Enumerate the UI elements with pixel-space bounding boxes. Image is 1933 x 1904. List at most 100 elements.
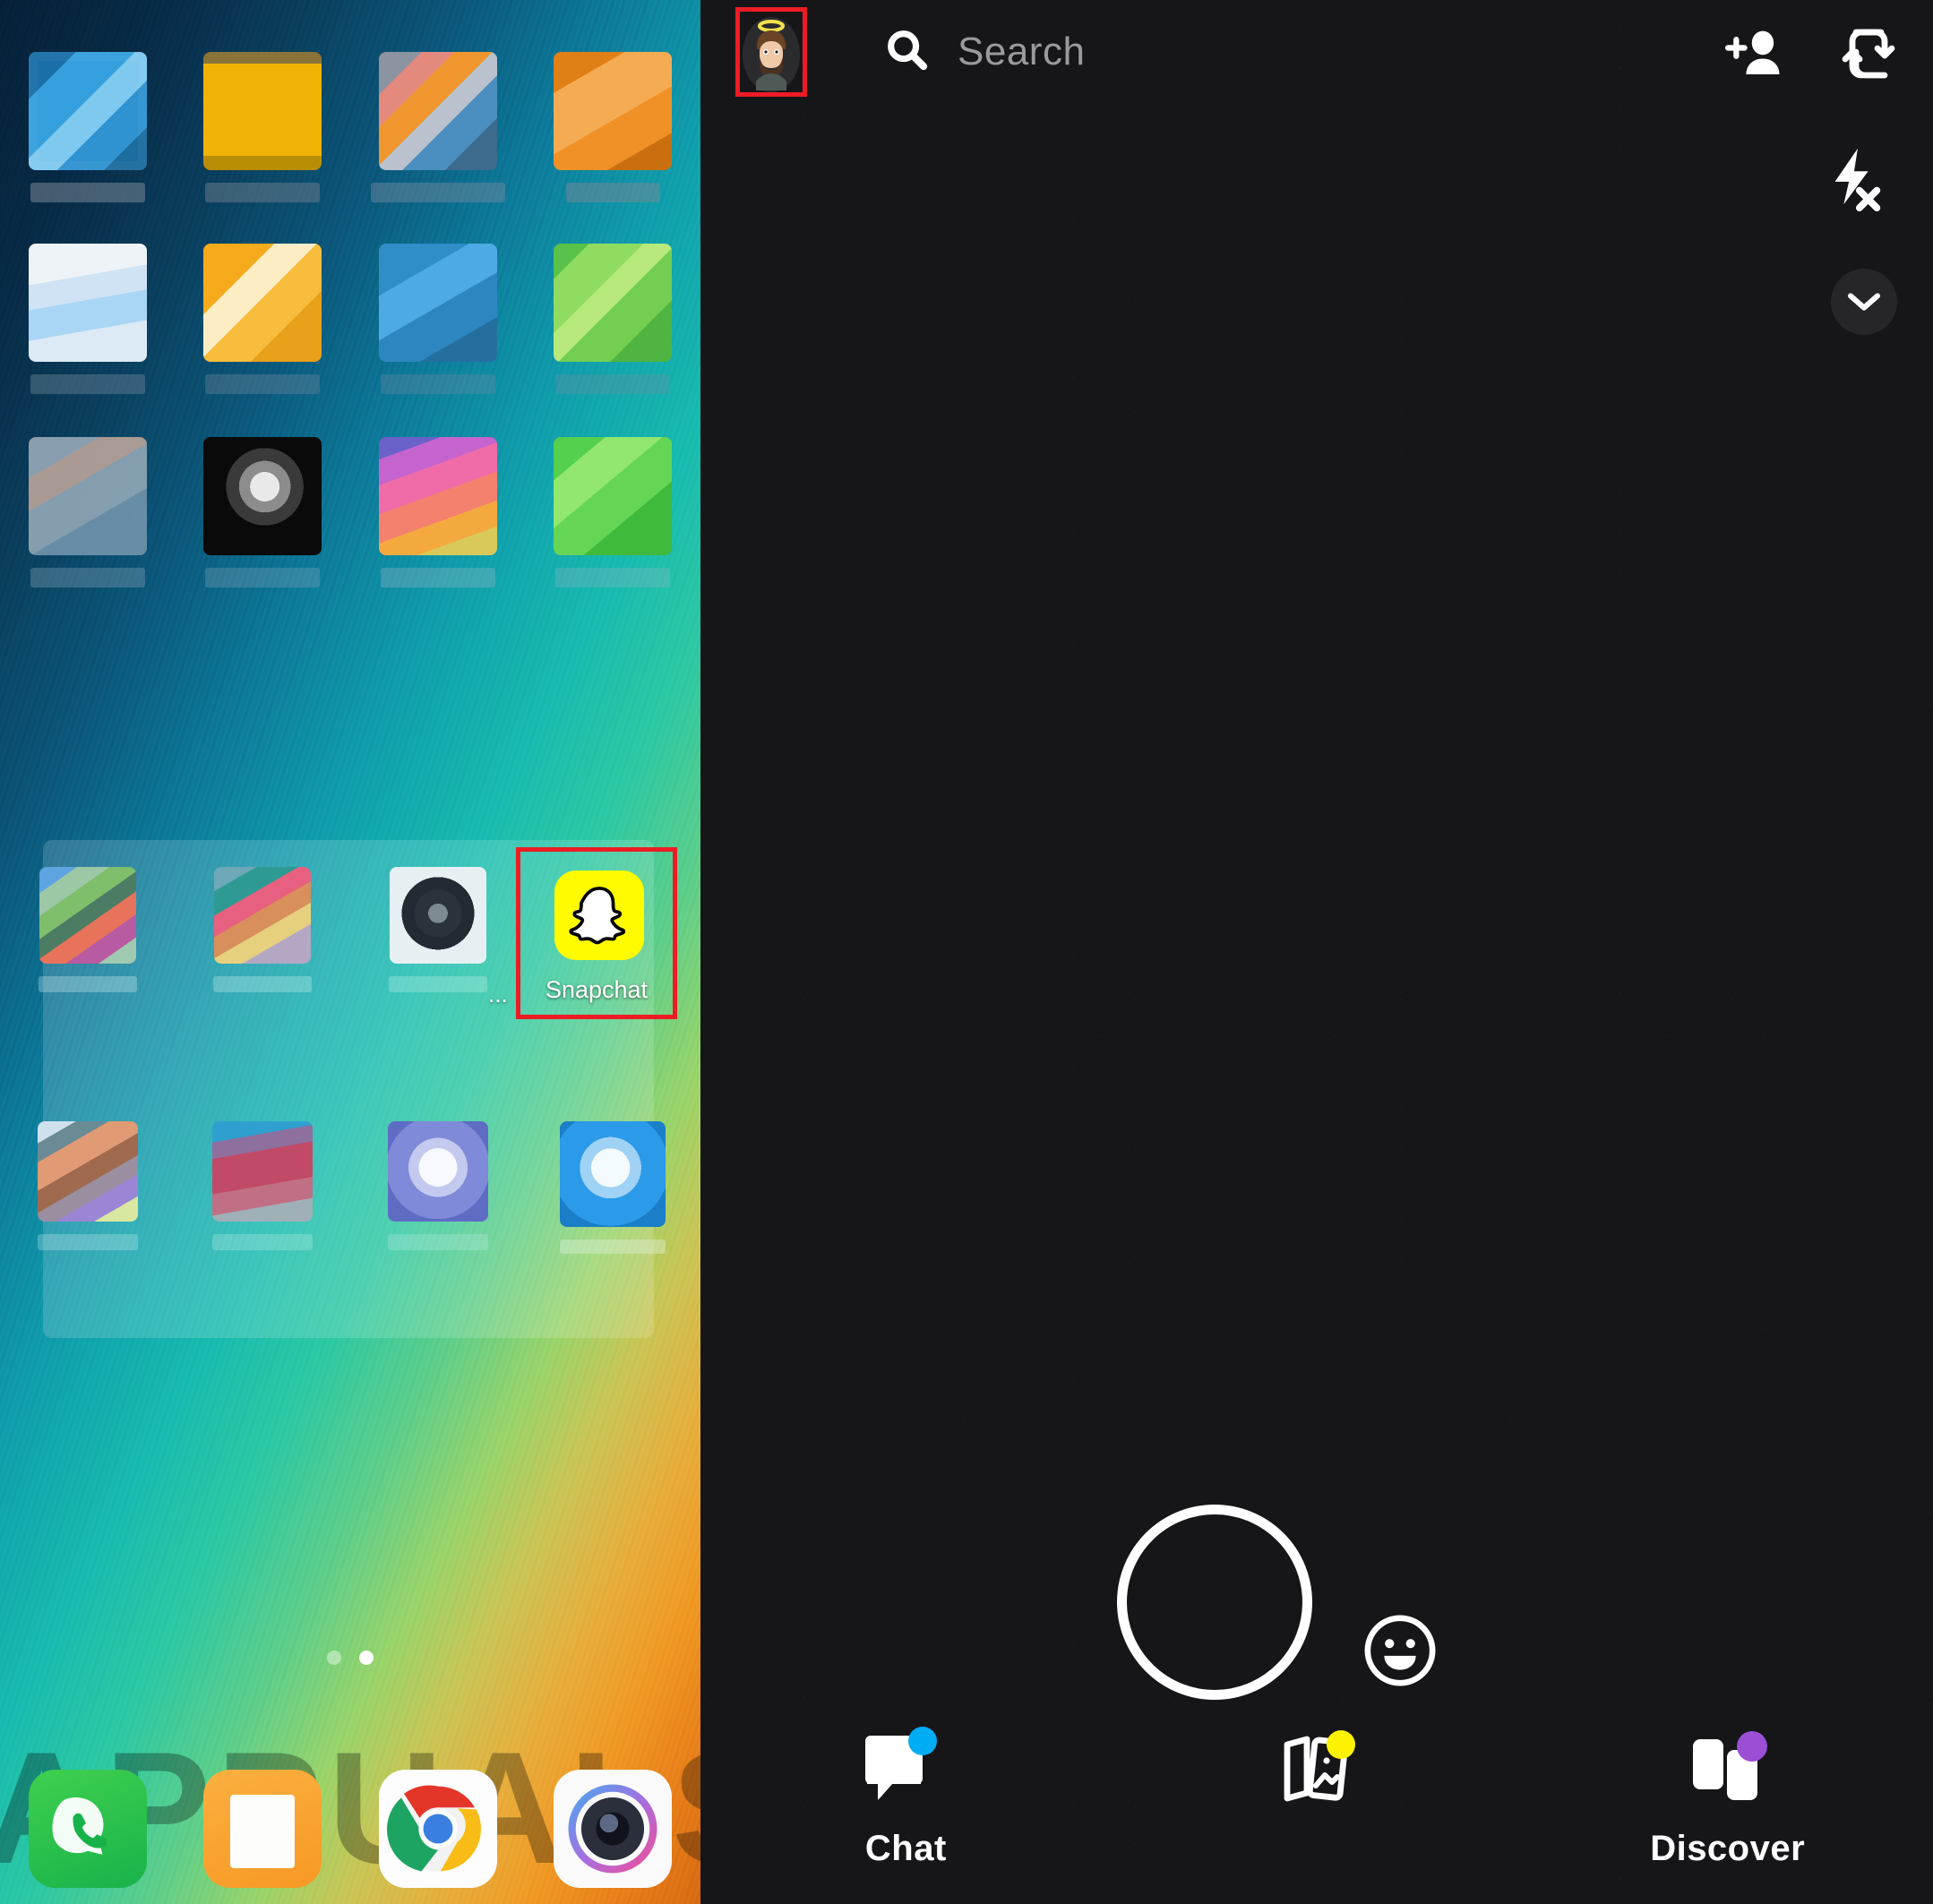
app-label-blur bbox=[388, 976, 487, 992]
snapchat-camera-screen: Search Chat Discover bbox=[700, 0, 1933, 1904]
flip-camera-icon[interactable] bbox=[1838, 21, 1899, 90]
app-label-blur bbox=[38, 976, 137, 992]
page-dot-active[interactable] bbox=[359, 1651, 374, 1665]
overflow-ellipsis: ... bbox=[488, 981, 508, 1008]
app-cell[interactable] bbox=[350, 437, 526, 587]
camera-icon[interactable] bbox=[554, 1770, 673, 1888]
screenshot-root: APPUALS bbox=[0, 0, 1933, 1904]
camera-viewfinder bbox=[700, 0, 1933, 1904]
android-home-screen: APPUALS bbox=[0, 0, 700, 1904]
nav-item-chat[interactable]: Chat bbox=[700, 1707, 1112, 1904]
whatsapp-icon[interactable] bbox=[28, 1770, 147, 1888]
blurred-app-icon[interactable] bbox=[28, 437, 147, 555]
dock-item-whatsapp[interactable] bbox=[0, 1770, 176, 1888]
app-row bbox=[0, 1121, 700, 1254]
app-label-blur bbox=[205, 568, 321, 587]
blurred-app-icon[interactable] bbox=[387, 1121, 488, 1222]
app-label-blur bbox=[380, 374, 495, 394]
app-cell[interactable] bbox=[0, 437, 176, 587]
blurred-app-icon[interactable] bbox=[214, 867, 312, 964]
app-label-blur bbox=[205, 183, 321, 202]
app-cell[interactable] bbox=[176, 867, 351, 992]
app-cell[interactable] bbox=[526, 437, 701, 587]
app-cell[interactable] bbox=[350, 867, 526, 992]
blurred-app-icon[interactable] bbox=[203, 244, 322, 362]
blurred-app-icon[interactable] bbox=[378, 244, 497, 362]
blurred-app-icon[interactable] bbox=[554, 244, 673, 362]
app-row bbox=[0, 437, 700, 587]
blurred-app-icon[interactable] bbox=[212, 1121, 314, 1222]
app-cell[interactable] bbox=[176, 437, 351, 587]
blurred-app-icon[interactable] bbox=[389, 867, 486, 964]
dock bbox=[0, 1770, 700, 1888]
app-label-blur bbox=[213, 976, 313, 992]
flash-off-icon[interactable] bbox=[1822, 143, 1886, 218]
snapchat-icon[interactable] bbox=[554, 871, 644, 960]
search-placeholder: Search bbox=[958, 29, 1086, 73]
nav-label-discover: Discover bbox=[1650, 1829, 1806, 1868]
blurred-app-icon[interactable] bbox=[378, 437, 497, 555]
memories-cards-icon bbox=[1267, 1727, 1366, 1816]
app-label-blur bbox=[30, 568, 145, 587]
dock-item-chrome[interactable] bbox=[350, 1770, 526, 1888]
smiley-lens-icon[interactable] bbox=[1362, 1612, 1439, 1689]
app-label-blur bbox=[565, 183, 660, 202]
nav-label-chat: Chat bbox=[864, 1829, 947, 1868]
app-label-blur bbox=[555, 568, 671, 587]
add-friend-icon[interactable] bbox=[1718, 21, 1784, 89]
app-label-blur bbox=[380, 568, 495, 587]
app-label-blur bbox=[30, 183, 145, 202]
app-cell[interactable] bbox=[176, 1121, 351, 1254]
blurred-app-icon[interactable] bbox=[554, 437, 673, 555]
app-label-blur bbox=[387, 1234, 488, 1250]
snapchat-bottom-nav: Chat Discover bbox=[700, 1707, 1933, 1904]
blurred-app-icon[interactable] bbox=[378, 52, 497, 170]
snapchat-label: Snapchat bbox=[545, 976, 649, 1003]
blurred-app-icon[interactable] bbox=[203, 52, 322, 170]
app-cell[interactable] bbox=[176, 52, 351, 202]
search-bar[interactable]: Search bbox=[882, 25, 1085, 78]
app-cell[interactable] bbox=[526, 52, 701, 202]
app-label-blur bbox=[212, 1234, 314, 1250]
nav-item-discover[interactable]: Discover bbox=[1522, 1707, 1933, 1904]
discover-cards-icon bbox=[1679, 1727, 1777, 1816]
app-label-blur bbox=[37, 1234, 138, 1250]
blurred-app-icon[interactable] bbox=[560, 1121, 666, 1227]
app-cell[interactable] bbox=[0, 1121, 176, 1254]
snapchat-top-bar: Search bbox=[700, 0, 1933, 335]
blurred-app-icon[interactable] bbox=[28, 244, 147, 362]
app-cell[interactable] bbox=[0, 52, 176, 202]
app-row bbox=[0, 244, 700, 394]
avatar-highlight-box bbox=[735, 7, 807, 97]
app-label-blur bbox=[555, 374, 671, 394]
app-cell[interactable] bbox=[526, 1121, 701, 1254]
app-label-blur bbox=[370, 183, 505, 202]
chevron-down-icon[interactable] bbox=[1831, 269, 1897, 335]
blurred-app-icon[interactable] bbox=[39, 867, 136, 964]
page-indicator bbox=[0, 1651, 700, 1665]
app-cell[interactable] bbox=[350, 52, 526, 202]
app-cell[interactable] bbox=[0, 867, 176, 992]
blurred-app-icon[interactable] bbox=[37, 1121, 138, 1222]
app-cell[interactable] bbox=[0, 244, 176, 394]
dock-item-camera[interactable] bbox=[526, 1770, 701, 1888]
page-dot[interactable] bbox=[327, 1651, 341, 1665]
app-cell[interactable] bbox=[176, 244, 351, 394]
app-label-blur bbox=[205, 374, 321, 394]
notes-icon[interactable] bbox=[203, 1770, 322, 1888]
app-row bbox=[0, 52, 700, 202]
blurred-app-icon[interactable] bbox=[28, 52, 147, 170]
app-label-blur bbox=[560, 1239, 666, 1254]
app-cell[interactable] bbox=[350, 1121, 526, 1254]
shutter-button[interactable] bbox=[1117, 1505, 1312, 1700]
nav-item-memories[interactable] bbox=[1112, 1707, 1523, 1904]
app-cell[interactable] bbox=[526, 244, 701, 394]
dock-item-notes[interactable] bbox=[176, 1770, 351, 1888]
top-right-icons bbox=[1718, 21, 1899, 90]
search-icon bbox=[882, 25, 931, 78]
blurred-app-icon[interactable] bbox=[554, 52, 673, 170]
app-cell[interactable] bbox=[350, 244, 526, 394]
blurred-app-icon[interactable] bbox=[203, 437, 322, 555]
chat-bubble-icon bbox=[856, 1727, 955, 1816]
chrome-icon[interactable] bbox=[378, 1770, 497, 1888]
